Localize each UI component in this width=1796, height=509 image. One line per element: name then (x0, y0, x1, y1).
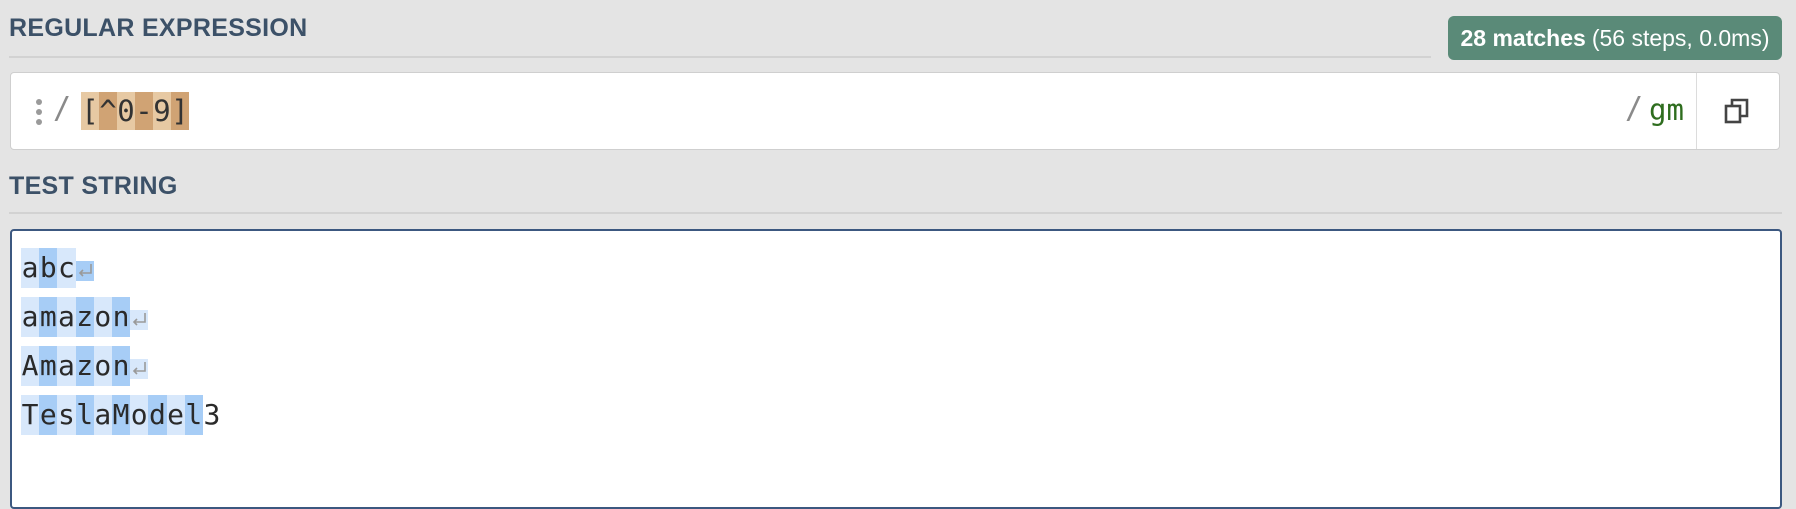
match-info-badge: 28 matches (56 steps, 0.0ms) (1448, 16, 1782, 60)
test-char: o (93, 296, 112, 337)
regex-input-box[interactable]: / [^ 0-9] / gm (10, 72, 1780, 150)
test-string-lines: abcamazonAmazonTeslaModel3 (21, 243, 221, 439)
test-char: d (148, 394, 167, 435)
pattern-token: ] (171, 92, 189, 130)
drag-handle-icon[interactable] (35, 99, 43, 125)
test-char: a (57, 296, 76, 337)
test-char: m (39, 296, 58, 337)
test-char: o (93, 345, 112, 386)
test-char: a (21, 296, 40, 337)
regex-pattern[interactable]: [^ 0-9] (81, 92, 189, 130)
pattern-token: 0 (117, 92, 135, 130)
regex-section-title: REGULAR EXPRESSION (9, 14, 308, 42)
newline-icon (75, 260, 94, 281)
test-char: A (21, 345, 40, 386)
pattern-token: ^ (99, 92, 117, 130)
test-char: 3 (203, 397, 221, 431)
test-char: l (184, 394, 203, 435)
test-string-line: abc (21, 243, 221, 292)
test-section-divider (9, 212, 1782, 214)
test-string-line: TeslaModel3 (21, 390, 221, 439)
copy-icon (1724, 98, 1749, 124)
newline-icon (130, 309, 149, 330)
pattern-token: [ (81, 92, 99, 130)
test-char: s (57, 394, 76, 435)
copy-regex-button[interactable] (1696, 73, 1779, 149)
test-char: a (93, 394, 112, 435)
regex-section-divider (9, 56, 1431, 58)
test-char: T (21, 394, 40, 435)
test-char: b (39, 247, 58, 288)
test-section-title: TEST STRING (9, 172, 178, 200)
regex-open-delimiter: / (53, 91, 72, 126)
match-count: 28 matches (1460, 24, 1586, 51)
test-char: m (39, 345, 58, 386)
test-char: z (75, 345, 94, 386)
test-char: e (39, 394, 58, 435)
test-char: n (111, 296, 131, 337)
test-char: c (57, 247, 76, 288)
match-details: (56 steps, 0.0ms) (1591, 24, 1770, 51)
test-char: n (111, 345, 131, 386)
test-string-line: amazon (21, 292, 221, 341)
test-string-line: Amazon (21, 341, 221, 390)
test-char: M (111, 394, 131, 435)
test-string-editor[interactable]: abcamazonAmazonTeslaModel3 (10, 229, 1782, 509)
test-char: l (75, 394, 94, 435)
regex-flags[interactable]: gm (1649, 93, 1684, 127)
regex-close-delimiter: / (1625, 91, 1644, 126)
test-char: z (75, 296, 94, 337)
test-char: e (166, 394, 185, 435)
test-char: a (21, 247, 40, 288)
pattern-token: 9 (153, 92, 171, 130)
test-char: a (57, 345, 76, 386)
test-char: o (130, 394, 149, 435)
pattern-token: - (135, 92, 153, 130)
newline-icon (130, 358, 149, 379)
